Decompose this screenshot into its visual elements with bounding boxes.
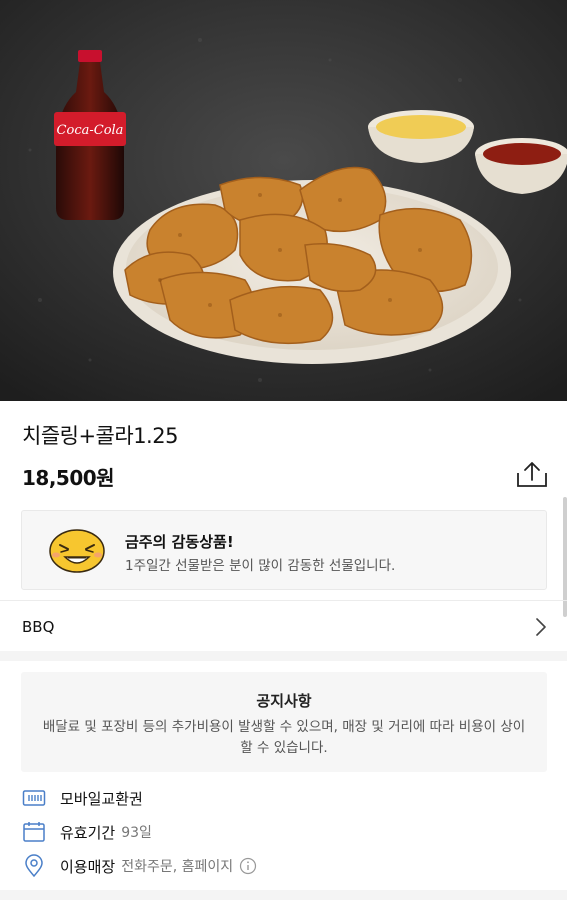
calendar-icon	[23, 822, 45, 842]
notice-body: 배달료 및 포장비 등의 추가비용이 발생할 수 있으며, 매장 및 거리에 따…	[42, 719, 526, 756]
scrollbar[interactable]	[563, 497, 567, 617]
share-icon	[517, 462, 547, 487]
emoji-face-icon	[49, 529, 105, 573]
store-row: 이용매장 전화주문, 홈페이지	[22, 854, 257, 878]
notice-title: 공지사항	[256, 692, 312, 710]
promo-title: 금주의 감동상품!	[125, 533, 234, 551]
validity-label: 유효기간	[60, 823, 116, 842]
section-gap	[0, 651, 567, 661]
info-icon[interactable]	[239, 857, 257, 875]
promo-description: 1주일간 선물받은 분이 많이 감동한 선물입니다.	[125, 558, 396, 574]
validity-row: 유효기간 93일	[22, 820, 152, 844]
promo-banner: 금주의 감동상품! 1주일간 선물받은 분이 많이 감동한 선물입니다.	[21, 510, 547, 590]
svg-text:Coca-Cola: Coca-Cola	[57, 123, 124, 138]
product-name: 치즐링+콜라1.25	[22, 424, 178, 448]
chevron-right-icon	[536, 618, 546, 636]
notice-box: 공지사항 배달료 및 포장비 등의 추가비용이 발생할 수 있으며, 매장 및 …	[21, 672, 547, 772]
voucher-icon	[22, 790, 46, 806]
brand-name: BBQ	[22, 618, 55, 636]
voucher-type-row: 모바일교환권	[22, 786, 149, 810]
section-gap-bottom	[0, 890, 567, 900]
location-pin-icon	[25, 854, 43, 878]
validity-value: 93일	[121, 825, 152, 841]
product-image: Coca-Cola	[0, 0, 567, 401]
product-price: 18,500원	[22, 466, 115, 490]
voucher-type-label: 모바일교환권	[60, 789, 143, 808]
store-label: 이용매장	[60, 857, 116, 876]
brand-link[interactable]: BBQ	[0, 601, 567, 651]
store-value: 전화주문, 홈페이지	[121, 859, 234, 875]
share-button[interactable]	[514, 460, 550, 490]
